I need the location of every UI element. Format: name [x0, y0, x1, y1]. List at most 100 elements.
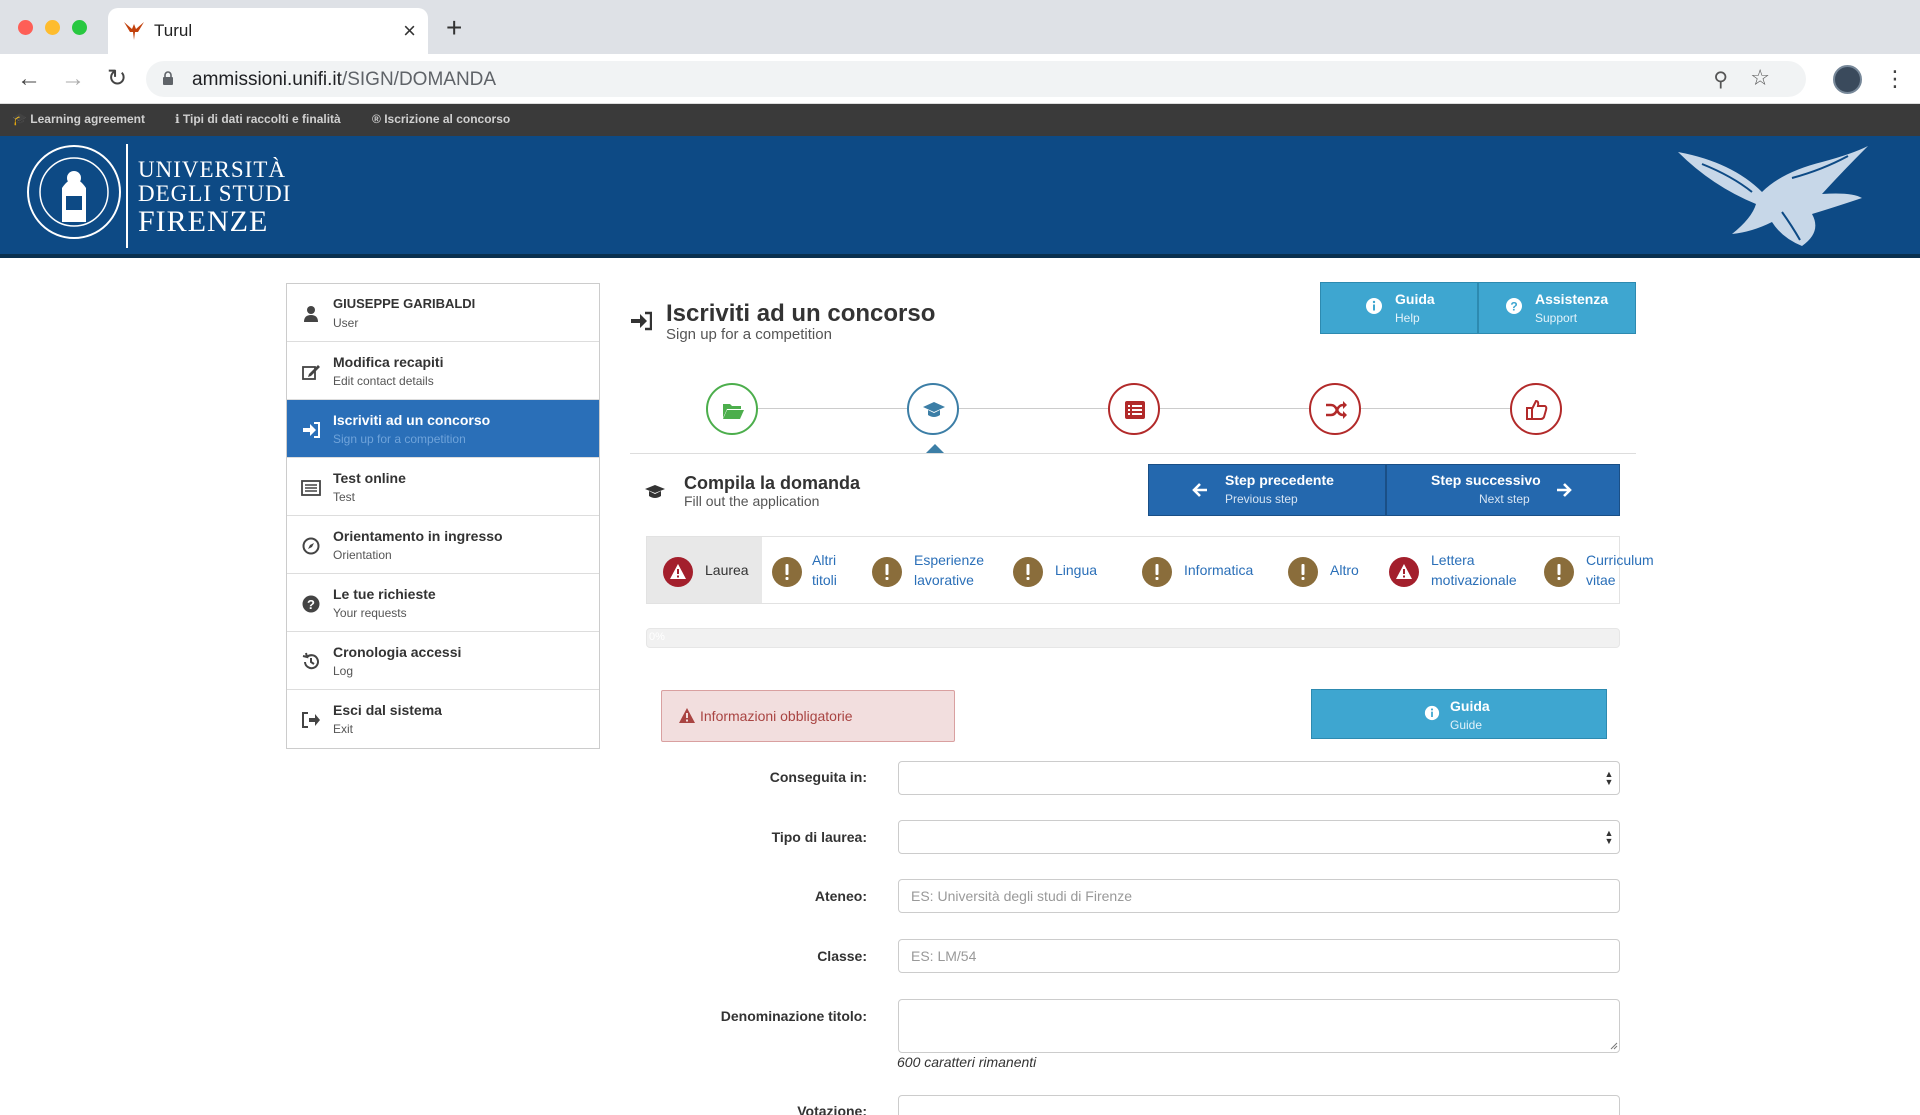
warning-triangle-icon: [1389, 557, 1419, 587]
zoom-out-icon[interactable]: ⚲: [1713, 67, 1728, 92]
sidebar-item-edit-contacts[interactable]: Modifica recapiti Edit contact details: [287, 342, 599, 400]
arrow-left-icon: [1192, 483, 1207, 497]
resize-grip-icon[interactable]: [1608, 1040, 1618, 1050]
steps-divider: [630, 453, 1636, 454]
sidebar-item-exit[interactable]: Esci dal sistema Exit: [287, 690, 599, 748]
svg-text:?: ?: [1510, 300, 1517, 314]
warning-triangle-icon: [663, 557, 693, 587]
link-iscrizione-concorso[interactable]: ® Iscrizione al concorso: [372, 112, 510, 126]
back-arrow-icon[interactable]: ←: [14, 64, 44, 94]
exclamation-icon: [1013, 557, 1043, 587]
subtab-curriculum[interactable]: Curriculum vitae: [1532, 537, 1654, 603]
subtab-esperienze[interactable]: Esperienze lavorative: [862, 537, 997, 603]
classe-label: Classe:: [817, 948, 867, 964]
university-logo-text: UNIVERSITÀ DEGLI STUDI FIRENZE: [138, 157, 292, 238]
minimize-window-button[interactable]: [45, 20, 60, 35]
history-icon: [302, 652, 319, 670]
ateneo-label: Ateneo:: [814, 888, 867, 904]
subtab-lingua[interactable]: Lingua: [997, 537, 1132, 603]
step-list[interactable]: [1108, 383, 1160, 435]
subtab-lettera[interactable]: Lettera motivazionale: [1377, 537, 1532, 603]
subtab-altri-titoli[interactable]: Altri titoli: [762, 537, 862, 603]
application-subtabs: Laurea Altri titoli Esperienze lavorativ…: [646, 536, 1654, 604]
completion-progress-bar: 0%: [646, 628, 1620, 648]
svg-text:?: ?: [307, 597, 315, 612]
new-tab-icon[interactable]: +: [446, 12, 462, 44]
university-header: UNIVERSITÀ DEGLI STUDI FIRENZE: [0, 136, 1920, 258]
votazione-input[interactable]: [898, 1095, 1620, 1115]
link-learning-agreement[interactable]: 🎓 Learning agreement: [12, 112, 145, 126]
subtab-laurea[interactable]: Laurea: [647, 537, 762, 603]
link-tipi-dati[interactable]: ℹ Tipi di dati raccolti e finalità: [175, 112, 341, 126]
guide-button[interactable]: Guida Guide: [1311, 689, 1607, 739]
browser-toolbar: ← → ↻ ammissioni.unifi.it/SIGN/DOMANDA ⚲…: [0, 54, 1920, 104]
reload-icon[interactable]: ↻: [102, 64, 132, 94]
close-window-button[interactable]: [18, 20, 33, 35]
sign-out-icon: [302, 712, 320, 728]
sidebar-item-sign-up[interactable]: Iscriviti ad un concorso Sign up for a c…: [287, 400, 599, 458]
info-icon: [1424, 705, 1440, 721]
info-icon: [1366, 298, 1382, 314]
tipo-laurea-select[interactable]: [898, 820, 1620, 854]
page-subtitle: Sign up for a competition: [666, 326, 832, 343]
sidebar-item-test-online[interactable]: Test online Test: [287, 458, 599, 516]
sidebar: GIUSEPPE GARIBALDI User Modifica recapit…: [286, 283, 600, 749]
warning-triangle-icon: [679, 708, 695, 723]
denominazione-textarea[interactable]: [898, 999, 1620, 1053]
select-arrows-icon: ▲ ▼: [1604, 828, 1614, 846]
denominazione-label: Denominazione titolo:: [720, 1008, 867, 1024]
tab-close-icon[interactable]: ×: [403, 18, 416, 44]
logo-divider: [126, 144, 128, 248]
graduation-cap-icon: [645, 485, 665, 498]
question-icon: ?: [302, 595, 320, 613]
tab-title: Turul: [154, 21, 193, 40]
sign-in-icon: [303, 422, 320, 438]
maximize-window-button[interactable]: [72, 20, 87, 35]
exclamation-icon: [1142, 557, 1172, 587]
conseguita-select[interactable]: [898, 761, 1620, 795]
eagle-favicon-icon: [124, 22, 144, 40]
subtab-informatica[interactable]: Informatica: [1132, 537, 1272, 603]
sidebar-item-log[interactable]: Cronologia accessi Log: [287, 632, 599, 690]
arrow-right-icon: [1557, 483, 1572, 497]
forward-arrow-icon[interactable]: →: [58, 64, 88, 94]
list-icon: [301, 480, 321, 496]
ateneo-input[interactable]: [898, 879, 1620, 913]
next-step-button[interactable]: Step successivo Next step: [1386, 464, 1620, 516]
votazione-label: Votazione:: [797, 1103, 867, 1115]
sidebar-item-requests[interactable]: ? Le tue richieste Your requests: [287, 574, 599, 632]
lock-icon: [163, 71, 173, 85]
support-button[interactable]: ? Assistenza Support: [1478, 282, 1636, 334]
step-documents[interactable]: [706, 383, 758, 435]
eagle-emblem-icon: [1678, 146, 1868, 246]
bookmark-star-icon[interactable]: ☆: [1750, 65, 1770, 91]
edit-icon: [302, 365, 320, 380]
list-icon: [1125, 401, 1145, 419]
sidebar-item-user[interactable]: GIUSEPPE GARIBALDI User: [287, 284, 599, 342]
character-counter: 600 caratteri rimanenti: [897, 1054, 1037, 1070]
exclamation-icon: [772, 557, 802, 587]
active-step-pointer: [926, 444, 944, 453]
step-application[interactable]: [907, 383, 959, 435]
subtab-altro[interactable]: Altro: [1272, 537, 1377, 603]
progress-label: 0%: [649, 631, 665, 643]
graduation-cap-icon: [923, 402, 945, 417]
profile-avatar[interactable]: [1833, 65, 1862, 94]
exclamation-icon: [1544, 557, 1574, 587]
step-confirm[interactable]: [1510, 383, 1562, 435]
previous-step-button[interactable]: Step precedente Previous step: [1148, 464, 1386, 516]
help-button[interactable]: Guida Help: [1320, 282, 1478, 334]
browser-tab[interactable]: Turul ×: [108, 8, 428, 54]
classe-input[interactable]: [898, 939, 1620, 973]
section-title: Compila la domanda: [684, 473, 861, 493]
page-title: Iscriviti ad un concorso: [666, 300, 936, 327]
browser-tabstrip: Turul × +: [0, 0, 1920, 54]
kebab-menu-icon[interactable]: ⋮: [1884, 66, 1906, 92]
exclamation-icon: [1288, 557, 1318, 587]
step-random[interactable]: [1309, 383, 1361, 435]
conseguita-label: Conseguita in:: [769, 769, 867, 785]
university-seal-icon: [27, 145, 121, 239]
address-bar[interactable]: ammissioni.unifi.it/SIGN/DOMANDA ⚲ ☆: [146, 61, 1806, 97]
folder-open-icon: [723, 404, 744, 419]
sidebar-item-orientation[interactable]: Orientamento in ingresso Orientation: [287, 516, 599, 574]
